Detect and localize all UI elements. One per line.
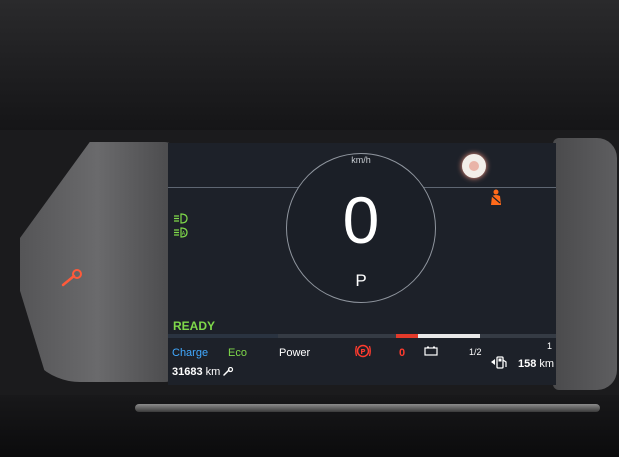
fuel-level-half: 1/2 <box>469 347 482 357</box>
mode-charge: Charge <box>172 347 209 359</box>
charge-zone <box>168 334 278 338</box>
fuel-pump-icon <box>491 356 507 369</box>
service-wrench-icon <box>61 269 82 287</box>
range-value: 158 <box>518 358 537 370</box>
odometer: 31683 km <box>172 366 234 378</box>
instrument-display: km/h 0 P A READY Charge Eco Power P 0 1/… <box>168 143 556 385</box>
ready-status: READY <box>173 319 216 333</box>
odometer-value: 31683 <box>172 366 203 378</box>
power-meter-white-zone <box>418 334 480 338</box>
power-meter-red-zone <box>396 334 418 338</box>
range-readout: 158 km <box>518 358 554 370</box>
speed-readout: 0 <box>342 183 380 257</box>
mode-eco: Eco <box>228 347 247 359</box>
svg-text:A: A <box>182 231 186 237</box>
battery-icon <box>424 346 438 356</box>
speed-unit-label: km/h <box>351 155 371 165</box>
odometer-unit: km <box>205 366 221 378</box>
gear-indicator: P <box>355 271 367 290</box>
right-cluster-panel <box>553 138 617 390</box>
service-wrench-icon <box>223 366 234 376</box>
low-beam-icon <box>174 213 188 224</box>
parking-brake-icon: P <box>355 344 371 358</box>
warning-light-icon <box>462 154 486 178</box>
mode-power: Power <box>279 347 311 359</box>
svg-text:P: P <box>360 348 365 356</box>
left-cluster-panel <box>20 142 175 382</box>
range-unit: km <box>539 358 555 370</box>
fuel-level-full: 1 <box>547 341 553 351</box>
auto-headlight-icon: A <box>174 227 188 238</box>
dashboard-top-frame <box>0 0 619 130</box>
chrome-trim <box>135 404 600 412</box>
parking-brake-count: 0 <box>399 347 406 359</box>
seatbelt-warning-icon <box>491 189 501 205</box>
